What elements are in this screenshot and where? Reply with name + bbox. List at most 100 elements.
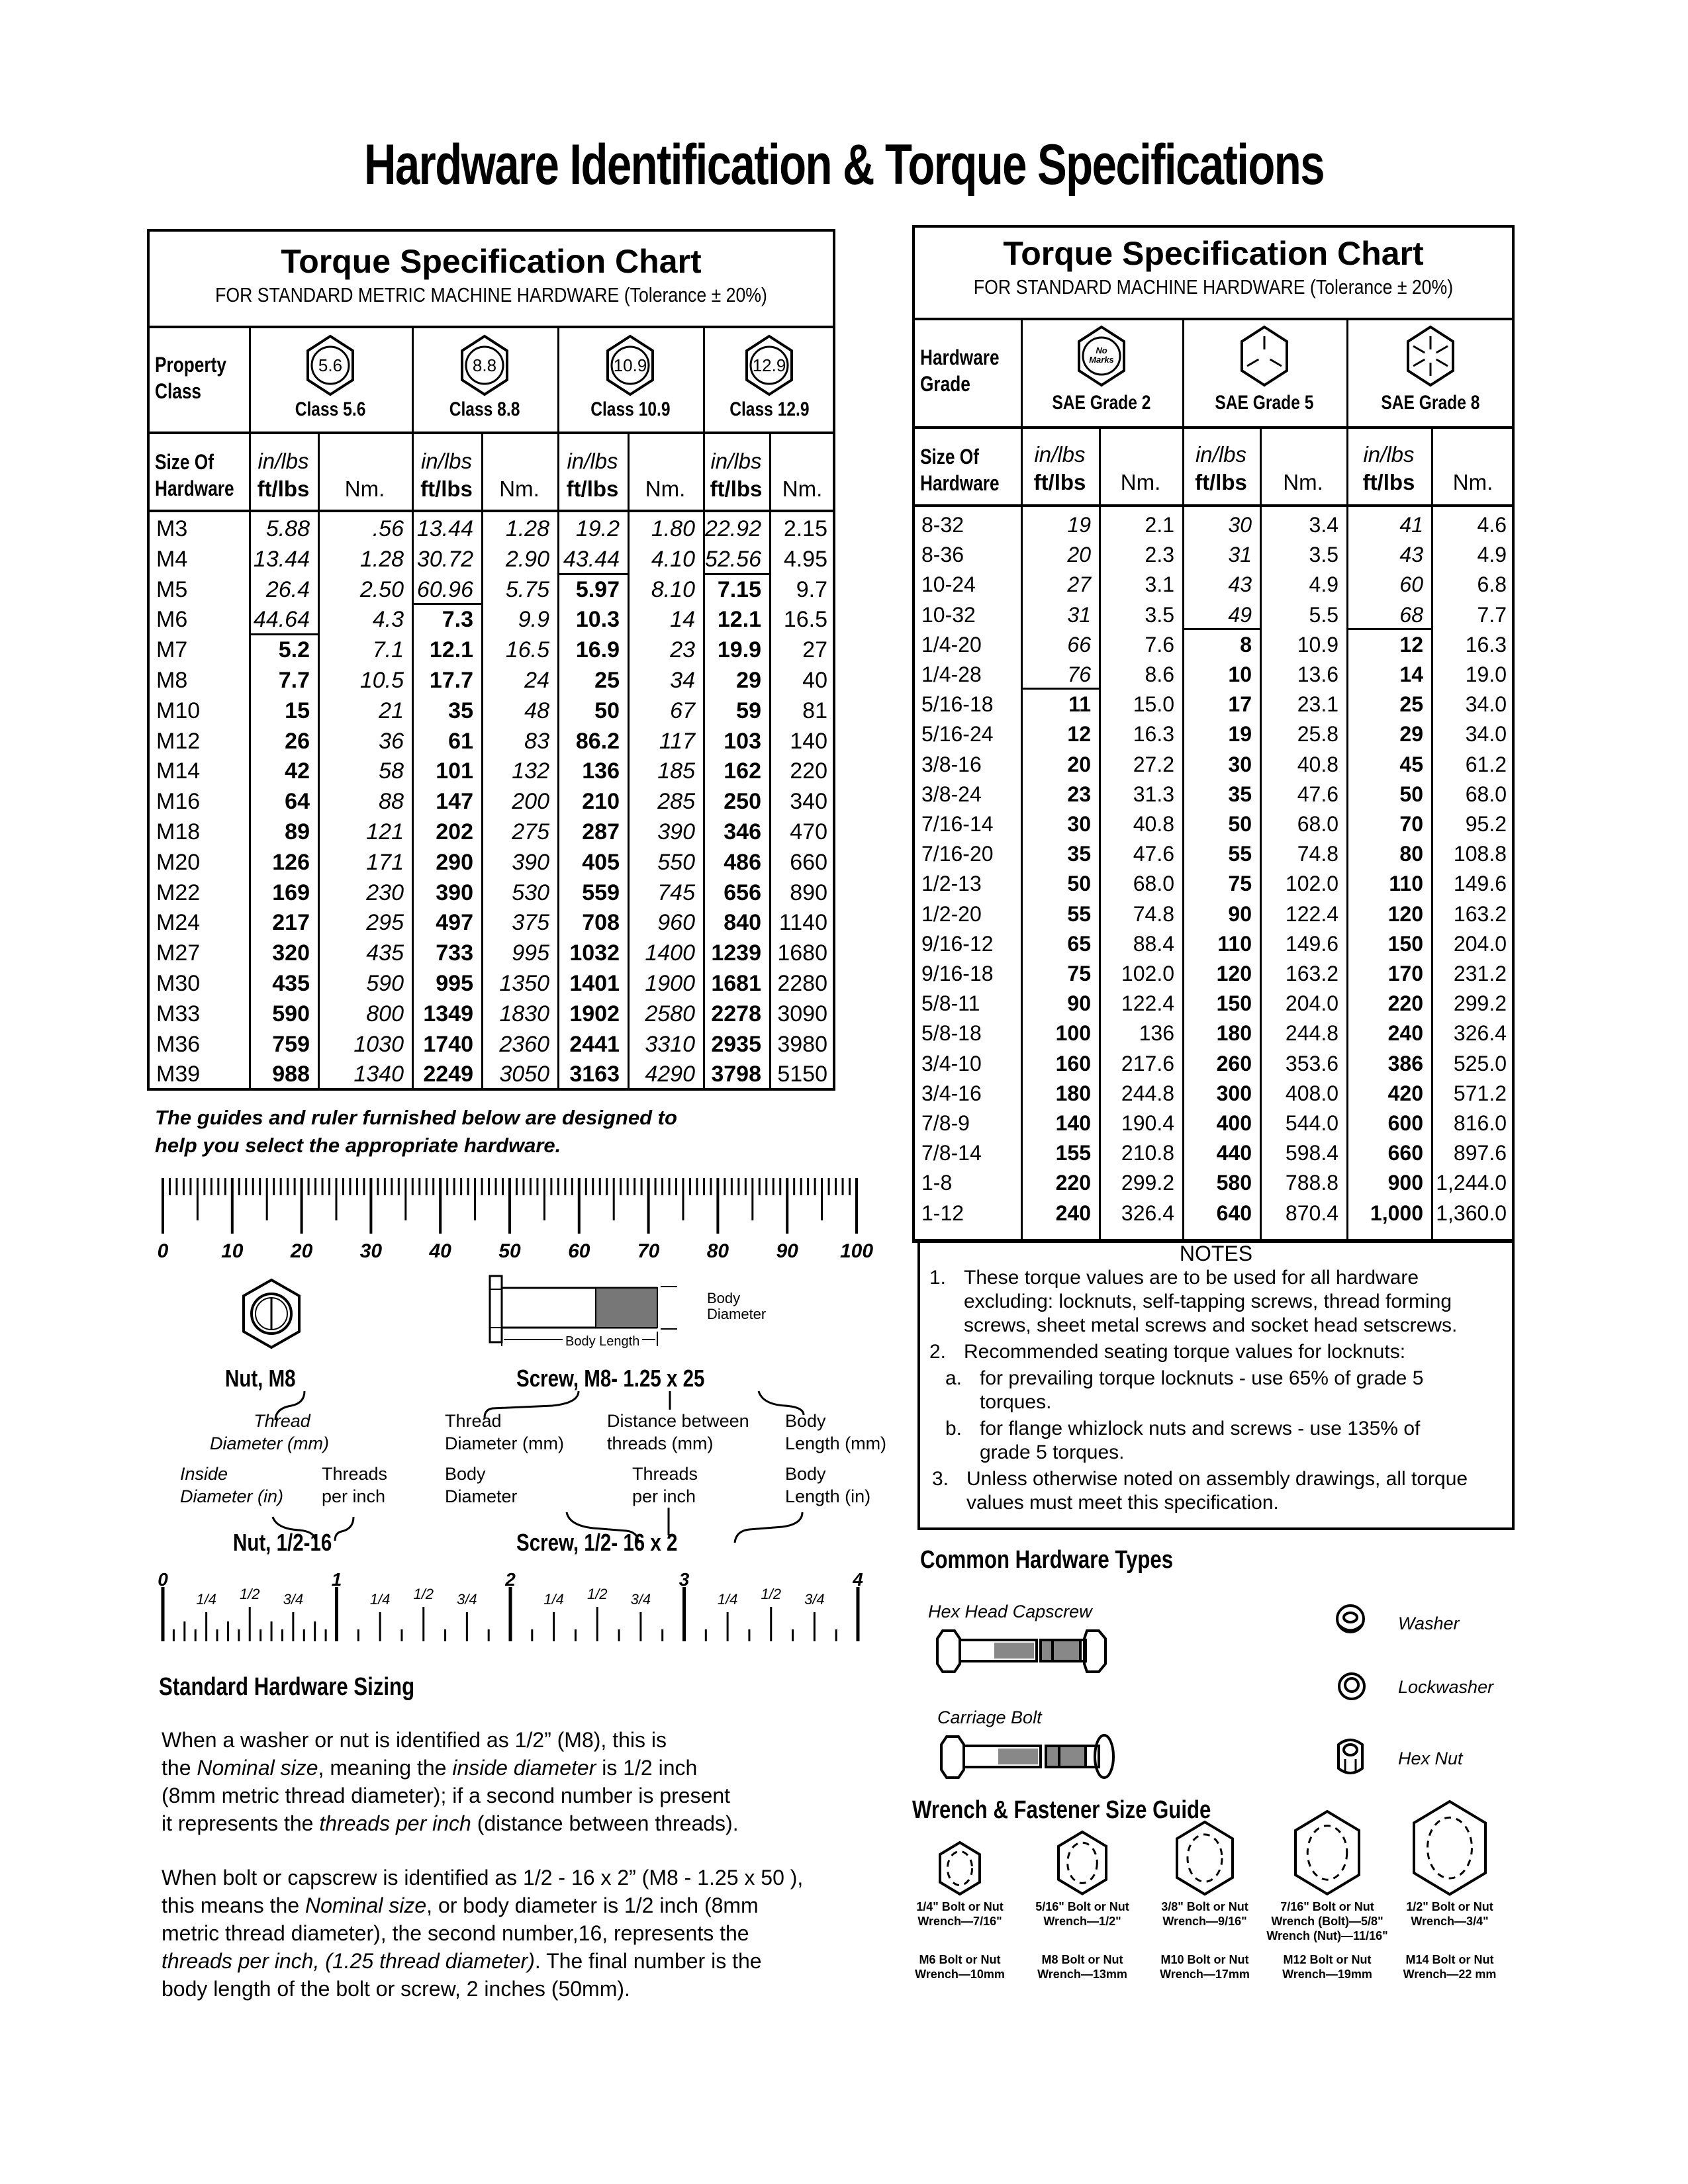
torque-ftlbs-value: 31: [1067, 602, 1091, 627]
ruler-fraction-label: 1/2: [587, 1586, 608, 1602]
paragraph-line: When bolt or capscrew is identified as 1…: [162, 1866, 804, 1889]
torque-ftlbs-value: 170: [1387, 962, 1423, 985]
torque-ftlbs-value: 150: [1216, 991, 1252, 1016]
ruler-fraction-label: 3/4: [631, 1591, 651, 1608]
note-line: Recommended seating torque values for lo…: [964, 1341, 1406, 1363]
inlbs-boundary: [1021, 688, 1099, 690]
ruler-inch-label: 4: [852, 1569, 863, 1590]
torque-ftlbs-value: 240: [1387, 1021, 1423, 1046]
hardware-size: 1/2-20: [921, 901, 982, 926]
hardware-size: 9/16-18: [921, 962, 994, 985]
note-line: torques.: [980, 1391, 1052, 1413]
torque-nm-value: 870.4: [1285, 1201, 1338, 1225]
paragraph-line: it represents the threads per inch (dist…: [162, 1811, 739, 1835]
torque-ftlbs-value: 30: [1067, 812, 1091, 836]
svg-text:Marks: Marks: [1089, 355, 1114, 365]
sae-grade-mark-icon: [1241, 325, 1288, 387]
torque-ftlbs-value: 50: [1399, 782, 1423, 806]
torque-nm-value: 4.9: [1309, 572, 1338, 597]
torque-nm-value: 571.2: [1453, 1081, 1507, 1105]
inch-ruler: 0 1 2 3 4 1/4 1/2 3/4 1/4 1/2 3/4 1/4 1/2 3/4 1/4 1/2 3/…: [158, 1569, 863, 1641]
hex-size-icon: [939, 1841, 981, 1896]
torque-nm-value: 326.4: [1453, 1021, 1507, 1046]
torque-ftlbs-value: 17: [1228, 692, 1252, 717]
torque-ftlbs-value: 50: [1228, 812, 1252, 836]
sae-size-of-hardware-label: Size Of Hardware: [920, 445, 1000, 495]
ruler-inch-label: 3: [679, 1569, 690, 1590]
torque-nm-value: 68.0: [1297, 812, 1338, 836]
torque-ftlbs-value: 120: [1387, 901, 1423, 926]
hex-size-icon: [1294, 1809, 1360, 1896]
torque-ftlbs-value: 66: [1067, 632, 1091, 657]
screw-distance-label: Distance between threads (mm): [607, 1411, 749, 1453]
torque-nm-value: 68.0: [1133, 872, 1174, 896]
hardware-size: 5/8-18: [921, 1021, 982, 1046]
hardware-size: 1/4-28: [921, 662, 982, 686]
hardware-size: 7/16-20: [921, 842, 994, 866]
torque-ftlbs-value: 8: [1240, 632, 1252, 657]
wrench-inch-size: 1/2" Bolt or Nut: [1406, 1900, 1493, 1913]
hex-size-icon: [1413, 1799, 1487, 1896]
torque-nm-value: 122.4: [1121, 991, 1174, 1016]
hex-head-capscrew-label: Hex Head Capscrew: [928, 1602, 1092, 1621]
torque-ftlbs-value: 68: [1399, 602, 1423, 627]
sizing-title: Standard Hardware Sizing: [159, 1673, 415, 1701]
torque-nm-value: 34.0: [1465, 722, 1507, 747]
sizing-paragraph-2: When bolt or capscrew is identified as 1…: [162, 1864, 803, 2003]
ruler-fraction-label: 1/4: [543, 1591, 564, 1608]
torque-ftlbs-value: 12: [1067, 722, 1091, 747]
ruler-fraction-label: 1/4: [196, 1591, 216, 1608]
torque-ftlbs-value: 240: [1055, 1201, 1091, 1225]
torque-ftlbs-value: 220: [1387, 991, 1423, 1016]
hardware-grade-label: Hardware Grade: [920, 345, 1000, 396]
torque-ftlbs-value: 35: [1228, 782, 1252, 806]
torque-ftlbs-value: 76: [1067, 662, 1091, 686]
torque-nm-value: 16.3: [1133, 722, 1174, 747]
ruler-fraction-label: 1/4: [370, 1591, 391, 1608]
note-number: b.: [945, 1418, 962, 1439]
torque-nm-value: 102.0: [1121, 962, 1174, 985]
torque-nm-value: 122.4: [1285, 901, 1338, 926]
torque-ftlbs-value: 120: [1216, 962, 1252, 985]
ruler-fraction-label: 1/2: [761, 1586, 781, 1602]
torque-nm-value: 4.9: [1477, 543, 1507, 567]
torque-ftlbs-value: 45: [1399, 752, 1423, 776]
ruler-inch-label: 0: [158, 1569, 168, 1590]
wrench-inch-size: Wrench—7/16": [917, 1915, 1002, 1928]
hardware-size: 3/8-16: [921, 752, 982, 776]
notes-title: NOTES: [1179, 1242, 1253, 1265]
carriage-bolt-icon: [940, 1734, 1115, 1779]
sae-grade-mark-icon: NoMarks: [1078, 325, 1125, 387]
torque-ftlbs-value: 55: [1228, 842, 1252, 866]
wrench-inch-size: Wrench—9/16": [1162, 1915, 1247, 1928]
wrench-metric-size: M6 Bolt or Nut: [919, 1953, 1001, 1966]
torque-nm-value: 3.5: [1309, 543, 1338, 567]
paragraph-line: the Nominal size, meaning the inside dia…: [162, 1756, 698, 1780]
hex-head-capscrew-icon: [936, 1629, 1107, 1673]
torque-ftlbs-value: 70: [1399, 812, 1423, 836]
note-line: excluding: locknuts, self-tapping screws…: [964, 1291, 1452, 1312]
inch-nut-name: Nut, 1/2-16: [233, 1529, 332, 1556]
column-divider: [1431, 426, 1433, 1239]
torque-nm-value: 244.8: [1121, 1081, 1174, 1105]
inlbs-boundary: [1182, 627, 1260, 630]
note-line: values must meet this specification.: [966, 1492, 1279, 1514]
hex-size-icon: [1057, 1831, 1107, 1896]
torque-nm-value: 16.3: [1465, 632, 1507, 657]
torque-nm-value: 163.2: [1453, 901, 1507, 926]
torque-ftlbs-value: 10: [1228, 662, 1252, 686]
torque-nm-value: 190.4: [1121, 1111, 1174, 1135]
torque-ftlbs-value: 75: [1067, 962, 1091, 985]
torque-ftlbs-value: 600: [1387, 1111, 1423, 1135]
ruler-fraction-label: 3/4: [283, 1591, 304, 1608]
torque-unit-header: in/lbs ft/lbs: [1195, 442, 1247, 494]
sizing-paragraph-1: When a washer or nut is identified as 1/…: [162, 1726, 739, 1837]
carriage-bolt-label: Carriage Bolt: [937, 1707, 1042, 1727]
torque-nm-value: 204.0: [1285, 991, 1338, 1016]
torque-ftlbs-value: 19: [1228, 722, 1252, 747]
nm-unit-header: Nm.: [1452, 470, 1493, 494]
wrench-metric-size: M12 Bolt or Nut: [1283, 1953, 1372, 1966]
torque-nm-value: 1,360.0: [1436, 1201, 1507, 1225]
torque-ftlbs-value: 19: [1067, 513, 1091, 537]
note-line: for flange whizlock nuts and screws - us…: [980, 1418, 1421, 1439]
